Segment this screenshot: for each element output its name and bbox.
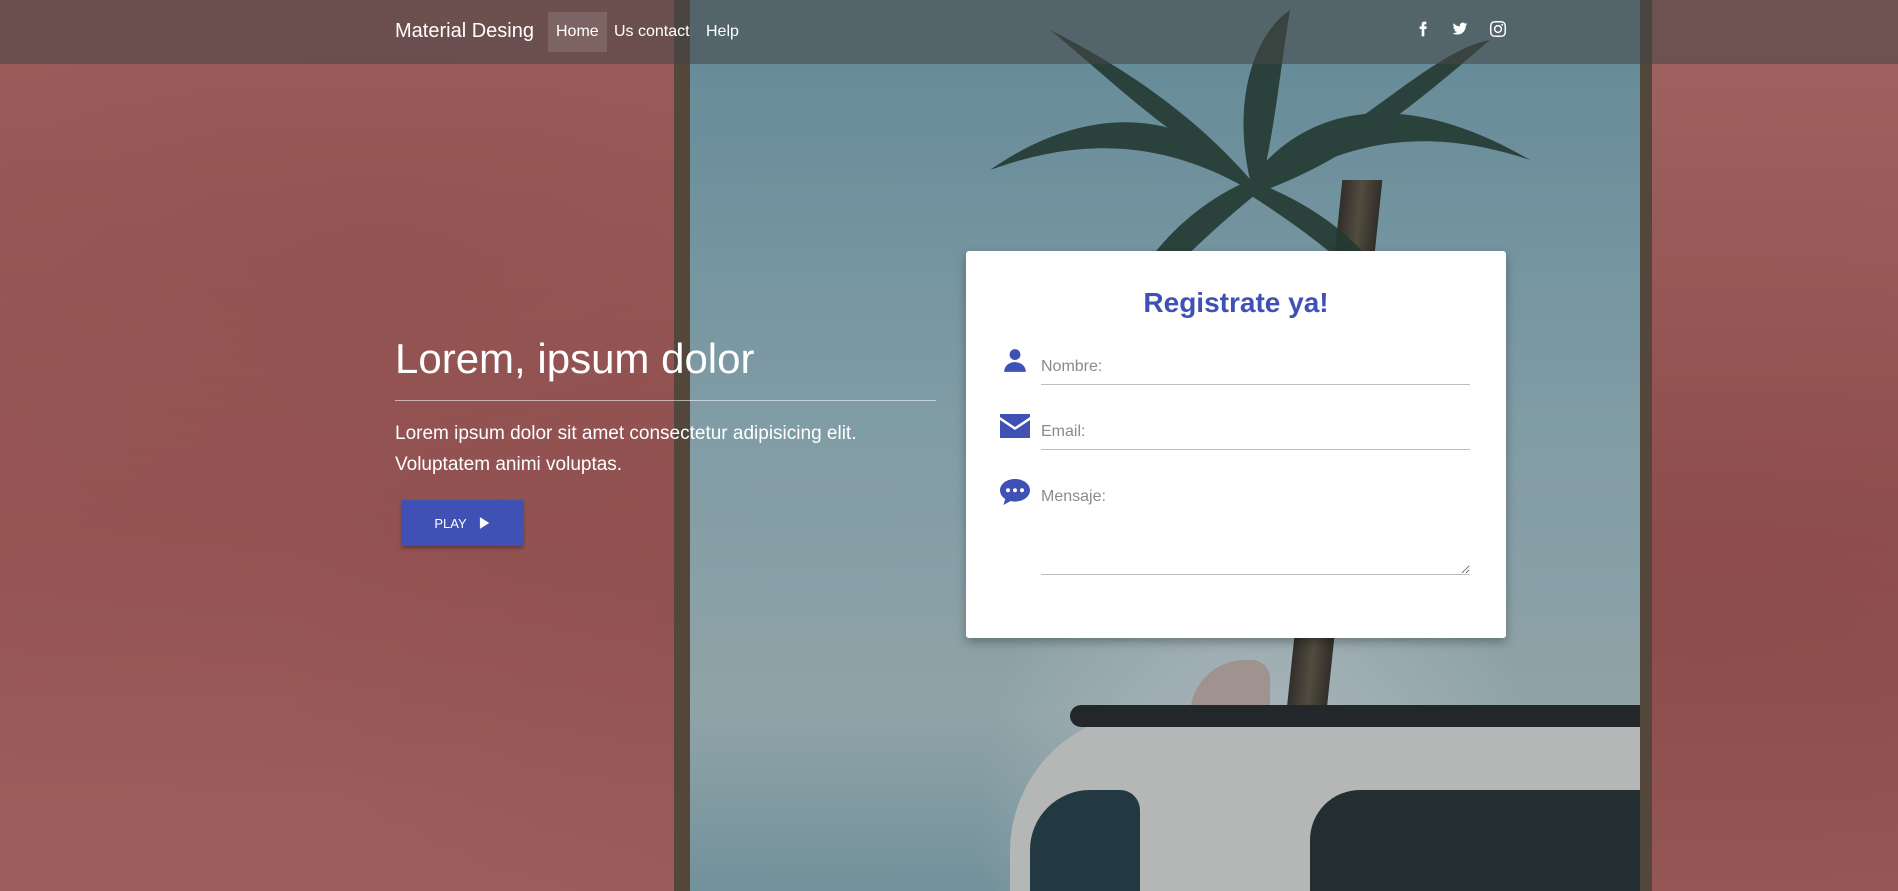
- play-button-label: PLAY: [434, 515, 467, 531]
- nav-item-home[interactable]: Home: [548, 12, 607, 52]
- brand-logo[interactable]: Material Desing: [395, 20, 534, 43]
- navbar: Material Desing Home Us contact Help: [0, 0, 1898, 64]
- facebook-icon[interactable]: [1412, 18, 1434, 40]
- play-icon: [479, 517, 489, 529]
- background-image: [0, 0, 1898, 891]
- hero-title: Lorem, ipsum dolor: [395, 335, 755, 382]
- comment-icon: [1000, 477, 1030, 507]
- hero-description: Lorem ipsum dolor sit amet consectetur a…: [395, 423, 857, 475]
- mensaje-textarea[interactable]: [1041, 488, 1470, 575]
- envelope-icon: [1000, 411, 1030, 441]
- twitter-icon[interactable]: [1449, 18, 1471, 40]
- user-icon: [1000, 345, 1030, 375]
- nav-item-us-contact[interactable]: Us contact: [606, 12, 698, 52]
- form-title: Registrate ya!: [1143, 287, 1329, 318]
- instagram-icon[interactable]: [1487, 18, 1509, 40]
- email-input[interactable]: [1041, 423, 1470, 450]
- play-button[interactable]: PLAY: [402, 500, 523, 546]
- nav-item-help[interactable]: Help: [698, 12, 747, 52]
- nombre-input[interactable]: [1041, 358, 1470, 385]
- dark-overlay: [0, 0, 1898, 891]
- registration-form-card: Registrate ya!: [966, 251, 1506, 638]
- divider: [395, 400, 936, 401]
